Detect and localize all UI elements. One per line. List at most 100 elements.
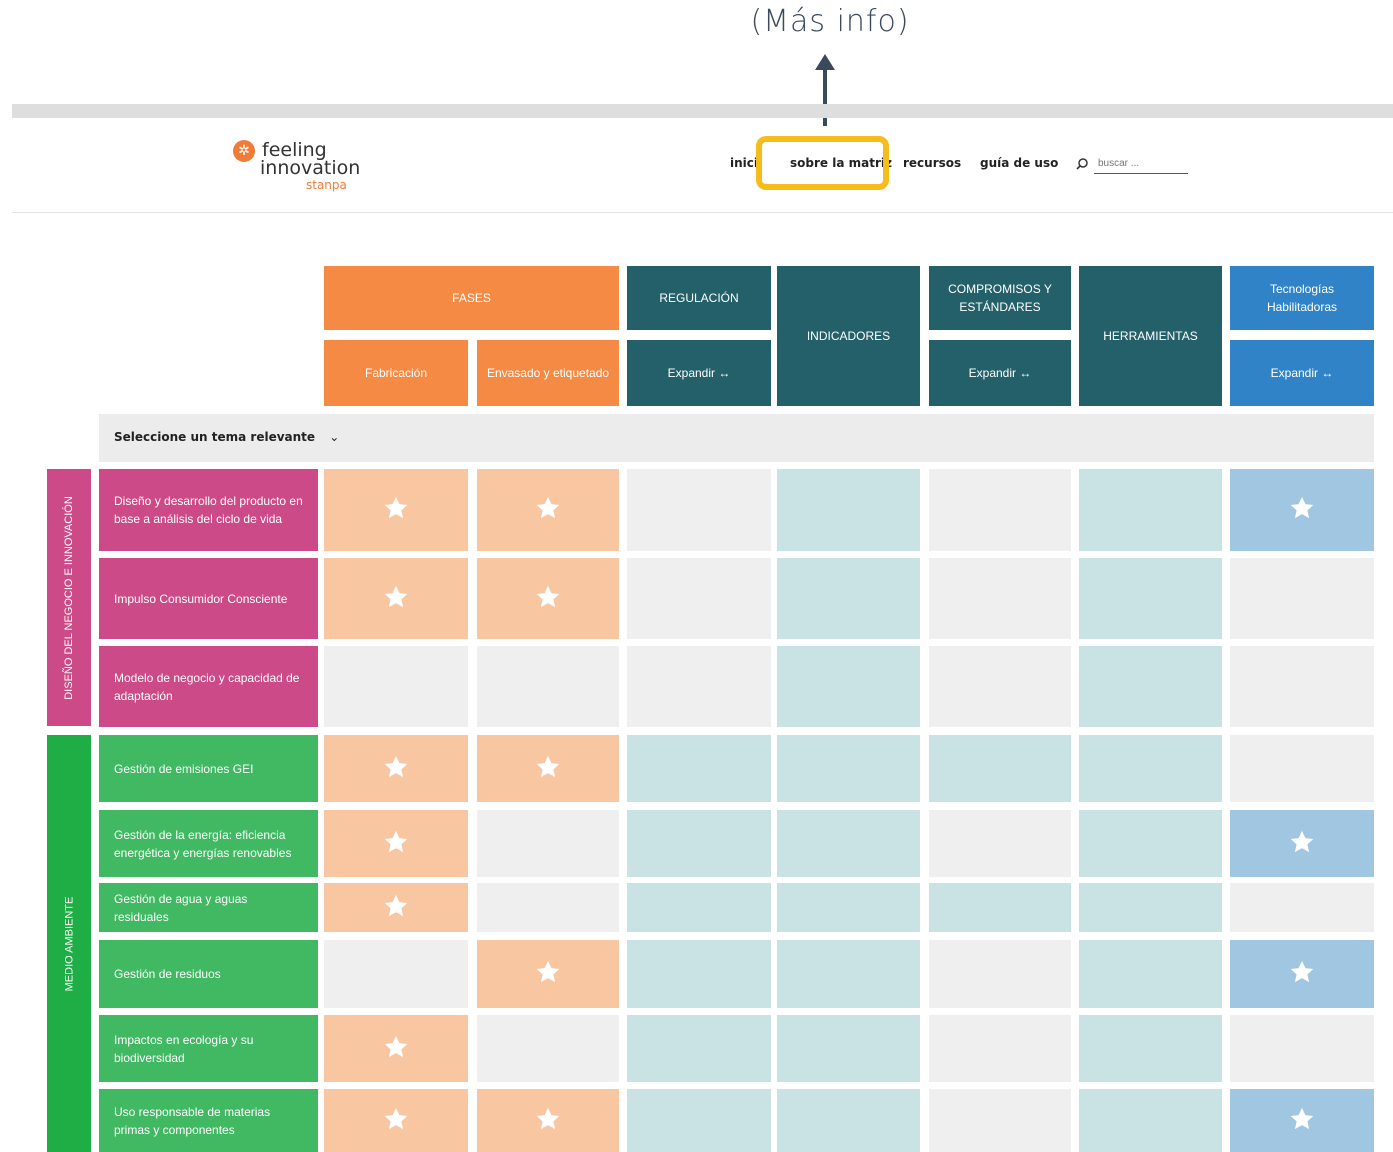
star-icon: [382, 828, 410, 860]
matrix-cell[interactable]: [1079, 735, 1222, 802]
chevron-down-icon: ⌄: [329, 430, 340, 444]
matrix-cell[interactable]: [324, 940, 468, 1008]
matrix-cell[interactable]: [627, 735, 771, 802]
matrix-cell[interactable]: [1230, 735, 1374, 802]
row-label[interactable]: Uso responsable de materias primas y com…: [99, 1089, 318, 1152]
row-label[interactable]: Diseño y desarrollo del producto en base…: [99, 469, 318, 551]
row-label-text: Diseño y desarrollo del producto en base…: [114, 494, 303, 526]
row-label-text: Modelo de negocio y capacidad de adaptac…: [114, 670, 300, 703]
matrix-cell[interactable]: [1079, 883, 1222, 932]
top-bar: [12, 104, 1393, 118]
matrix-cell[interactable]: [477, 735, 619, 802]
matrix-cell[interactable]: [627, 940, 771, 1008]
matrix-cell[interactable]: [627, 883, 771, 932]
expand-regulacion-button[interactable]: Expandir ↔: [627, 340, 771, 406]
matrix-cell[interactable]: [324, 558, 468, 639]
nav-recursos[interactable]: recursos: [903, 156, 961, 170]
matrix-cell[interactable]: [477, 1015, 619, 1082]
matrix-cell[interactable]: [477, 469, 619, 551]
matrix-cell[interactable]: [627, 558, 771, 639]
matrix-cell[interactable]: [324, 883, 468, 932]
matrix-cell[interactable]: [1079, 646, 1222, 727]
expand-compromisos-button[interactable]: Expandir ↔: [929, 340, 1071, 406]
matrix-cell[interactable]: [324, 646, 468, 727]
mas-info-callout: (Más info): [750, 4, 910, 39]
matrix-cell[interactable]: [324, 810, 468, 877]
header-fabricacion[interactable]: Fabricación: [324, 340, 468, 406]
row-label[interactable]: Impulso Consumidor Consciente: [99, 558, 318, 639]
matrix-cell[interactable]: [777, 735, 920, 802]
matrix-cell[interactable]: [1230, 1089, 1374, 1152]
matrix-cell[interactable]: [929, 469, 1071, 551]
matrix-cell[interactable]: [929, 735, 1071, 802]
matrix-cell[interactable]: [1230, 940, 1374, 1008]
matrix-cell[interactable]: [777, 940, 920, 1008]
matrix-cell[interactable]: [1079, 810, 1222, 877]
matrix-cell[interactable]: [929, 810, 1071, 877]
matrix-cell[interactable]: [1230, 469, 1374, 551]
header-indicadores[interactable]: INDICADORES: [777, 266, 920, 406]
matrix-cell[interactable]: [929, 883, 1071, 932]
matrix-cell[interactable]: [477, 883, 619, 932]
star-icon: [382, 892, 410, 924]
row-label[interactable]: Gestión de emisiones GEI: [99, 735, 318, 802]
matrix-cell[interactable]: [324, 1089, 468, 1152]
matrix-cell[interactable]: [929, 558, 1071, 639]
matrix-cell[interactable]: [627, 469, 771, 551]
row-label[interactable]: Gestión de agua y aguas residuales: [99, 883, 318, 932]
header-envasado[interactable]: Envasado y etiquetado: [477, 340, 619, 406]
matrix-cell[interactable]: [324, 735, 468, 802]
matrix-cell[interactable]: [929, 1015, 1071, 1082]
matrix-cell[interactable]: [1079, 469, 1222, 551]
matrix-cell[interactable]: [1230, 558, 1374, 639]
row-label[interactable]: Impactos en ecología y su biodiversidad: [99, 1015, 318, 1082]
matrix-cell[interactable]: [477, 810, 619, 877]
matrix-cell[interactable]: [1079, 1015, 1222, 1082]
matrix-cell[interactable]: [777, 1015, 920, 1082]
matrix-cell[interactable]: [777, 883, 920, 932]
topic-selector[interactable]: Seleccione un tema relevante ⌄: [99, 414, 1374, 462]
matrix-cell[interactable]: [929, 940, 1071, 1008]
matrix-cell[interactable]: [929, 646, 1071, 727]
matrix-cell[interactable]: [777, 558, 920, 639]
matrix-cell[interactable]: [324, 469, 468, 551]
row-label[interactable]: Gestión de la energía: eficiencia energé…: [99, 810, 318, 877]
matrix-cell[interactable]: [627, 1089, 771, 1152]
matrix-cell[interactable]: [1230, 883, 1374, 932]
star-icon: [1288, 958, 1316, 990]
star-icon: [382, 1105, 410, 1137]
matrix-cell[interactable]: [777, 646, 920, 727]
matrix-cell[interactable]: [477, 940, 619, 1008]
matrix-cell[interactable]: [477, 646, 619, 727]
search-icon[interactable]: [1076, 158, 1088, 170]
matrix-cell[interactable]: [477, 1089, 619, 1152]
matrix-cell[interactable]: [1230, 1015, 1374, 1082]
matrix-cell[interactable]: [929, 1089, 1071, 1152]
row-label-text: Gestión de la energía: eficiencia energé…: [114, 827, 292, 860]
header-herramientas[interactable]: HERRAMIENTAS: [1079, 266, 1222, 406]
star-icon: [534, 583, 562, 615]
matrix-cell[interactable]: [777, 469, 920, 551]
matrix-cell[interactable]: [477, 558, 619, 639]
matrix-cell[interactable]: [777, 1089, 920, 1152]
matrix-cell[interactable]: [1230, 646, 1374, 727]
matrix-cell[interactable]: [1079, 940, 1222, 1008]
matrix-cell[interactable]: [627, 646, 771, 727]
nav-guia-de-uso[interactable]: guía de uso: [980, 156, 1058, 170]
star-icon: [382, 753, 410, 785]
row-label[interactable]: Modelo de negocio y capacidad de adaptac…: [99, 646, 318, 727]
row-label-text: Gestión de agua y aguas residuales: [114, 891, 248, 924]
matrix-cell[interactable]: [324, 1015, 468, 1082]
matrix-cell[interactable]: [627, 810, 771, 877]
matrix-cell[interactable]: [777, 810, 920, 877]
star-icon: [534, 494, 562, 526]
matrix-cell[interactable]: [627, 1015, 771, 1082]
expand-tecnologias-button[interactable]: Expandir ↔: [1230, 340, 1374, 406]
nav-divider: [12, 212, 1393, 213]
search-input[interactable]: [1094, 154, 1188, 174]
matrix-cell[interactable]: [1079, 558, 1222, 639]
matrix-cell[interactable]: [1079, 1089, 1222, 1152]
row-label[interactable]: Gestión de residuos: [99, 940, 318, 1008]
header-regulacion: REGULACIÓN: [627, 266, 771, 330]
matrix-cell[interactable]: [1230, 810, 1374, 877]
